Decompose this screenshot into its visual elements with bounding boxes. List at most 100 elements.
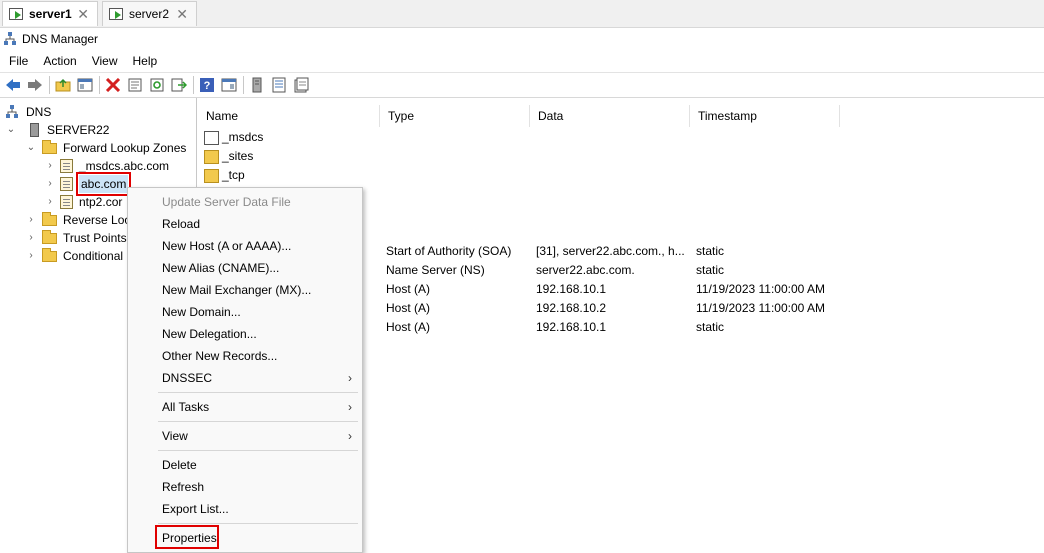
column-header-data[interactable]: Data [530,105,690,127]
close-icon[interactable]: ✕ [77,6,89,23]
list-icon[interactable] [270,76,288,94]
folder-icon [204,168,219,183]
tab-label: server1 [29,7,72,21]
menu-item-dnssec[interactable]: DNSSEC [162,367,212,389]
record-icon[interactable] [292,76,310,94]
forward-icon[interactable] [26,76,44,94]
chevron-right-icon: › [348,429,352,443]
tab-server1[interactable]: server1 ✕ [2,1,98,26]
menu-help[interactable]: Help [127,50,164,72]
record-timestamp: 11/19/2023 11:00:00 AM [696,301,825,315]
folder-icon [42,211,57,226]
menu-item-new-alias[interactable]: New Alias (CNAME)... [162,257,279,279]
menu-item-label: View [162,429,188,443]
item-name: _sites [222,149,254,163]
menu-bar: File Action View Help [0,50,1044,73]
record-type: Name Server (NS) [386,263,485,277]
toolbar-separator [99,76,100,94]
up-folder-icon[interactable] [54,76,72,94]
menu-item-new-host[interactable]: New Host (A or AAAA)... [162,235,291,257]
help-icon[interactable]: ? [198,76,216,94]
column-header-type[interactable]: Type [380,105,530,127]
tree-label: SERVER22 [47,123,110,137]
menu-item-update-server-data-file: Update Server Data File [162,195,291,209]
tree-label: _msdcs.abc.com [79,159,170,173]
tree-item-abc-zone[interactable]: › abc.com [43,172,132,196]
record-timestamp: static [696,244,725,258]
tree-item-ntp2-zone[interactable]: › ntp2.cor [43,193,122,211]
chevron-right-icon[interactable]: › [24,211,38,229]
tree-label: Conditional [63,249,124,263]
back-icon[interactable] [4,76,22,94]
tree-label-selected: abc.com [75,172,132,196]
chevron-down-icon[interactable]: ⌄ [24,139,38,157]
list-item[interactable]: _sites [204,147,253,166]
list-item[interactable]: _msdcs [204,128,263,147]
zone-icon [60,159,73,173]
close-icon[interactable]: ✕ [176,6,188,23]
record-data: 192.168.10.1 [536,282,607,296]
menu-item-new-domain[interactable]: New Domain... [162,301,241,323]
menu-item-reload[interactable]: Reload [162,213,200,235]
properties-icon[interactable] [126,76,144,94]
tree-item-msdcs-zone[interactable]: › _msdcs.abc.com [43,157,169,175]
dns-icon [6,105,20,119]
zone-icon [60,177,73,191]
tree-item-forward-lookup-zones[interactable]: ⌄ Forward Lookup Zones [24,139,186,157]
vm-icon [9,8,23,20]
menu-item-other-new-records[interactable]: Other New Records... [162,345,277,367]
show-hide-tree-icon[interactable] [76,76,94,94]
menu-item-view[interactable]: View [162,425,188,447]
menu-item-refresh[interactable]: Refresh [162,476,204,498]
delete-icon[interactable] [104,76,122,94]
record-type: Host (A) [386,301,431,315]
tree-item-server22[interactable]: ⌄ SERVER22 [4,121,109,139]
menu-item-new-mail-exchanger[interactable]: New Mail Exchanger (MX)... [162,279,311,301]
menu-separator [158,450,358,451]
menu-item-all-tasks[interactable]: All Tasks [162,396,209,418]
folder-icon [204,149,219,164]
tree-label: Forward Lookup Zones [63,141,187,155]
tree-item-trust-points[interactable]: › Trust Points [24,229,127,247]
menu-item-label: All Tasks [162,400,210,414]
refresh-icon[interactable] [148,76,166,94]
menu-item-delete[interactable]: Delete [162,454,197,476]
properties-highlight-box [155,525,219,549]
console-icon[interactable] [220,76,238,94]
vm-icon [109,8,123,20]
chevron-down-icon[interactable]: ⌄ [4,121,18,139]
chevron-right-icon: › [348,371,352,385]
tree-item-dns[interactable]: DNS [6,103,51,121]
tree-label: DNS [26,105,52,119]
record-timestamp: static [696,320,725,334]
menu-item-export-list[interactable]: Export List... [162,498,229,520]
chevron-right-icon[interactable]: › [24,229,38,247]
tree-item-reverse-lookup-zones[interactable]: › Reverse Loo [24,211,131,229]
menu-item-new-delegation[interactable]: New Delegation... [162,323,257,345]
chevron-right-icon[interactable]: › [24,247,38,265]
dns-manager-icon [4,32,16,46]
chevron-right-icon[interactable]: › [43,193,57,211]
zone-icon [60,195,73,209]
record-data: server22.abc.com. [536,263,635,277]
toolbar-separator [243,76,244,94]
record-data: [31], server22.abc.com., h... [536,244,685,258]
chevron-right-icon[interactable]: › [43,175,57,193]
tab-server2[interactable]: server2 ✕ [102,1,197,26]
toolbar-separator [193,76,194,94]
tree-label: Trust Points [63,231,127,245]
menu-action[interactable]: Action [37,50,82,72]
column-header-name[interactable]: Name [198,105,380,127]
list-item[interactable]: _tcp [204,166,245,185]
export-icon[interactable] [170,76,188,94]
column-header-timestamp[interactable]: Timestamp [690,105,840,127]
server-icon[interactable] [248,76,266,94]
context-menu: Update Server Data File Reload New Host … [127,187,363,553]
menu-file[interactable]: File [3,50,34,72]
svg-text:?: ? [204,80,211,92]
chevron-right-icon: › [348,400,352,414]
chevron-right-icon[interactable]: › [43,157,57,175]
menu-view[interactable]: View [86,50,124,72]
tree-item-conditional-forwarders[interactable]: › Conditional [24,247,123,265]
item-name: _msdcs [222,130,264,144]
